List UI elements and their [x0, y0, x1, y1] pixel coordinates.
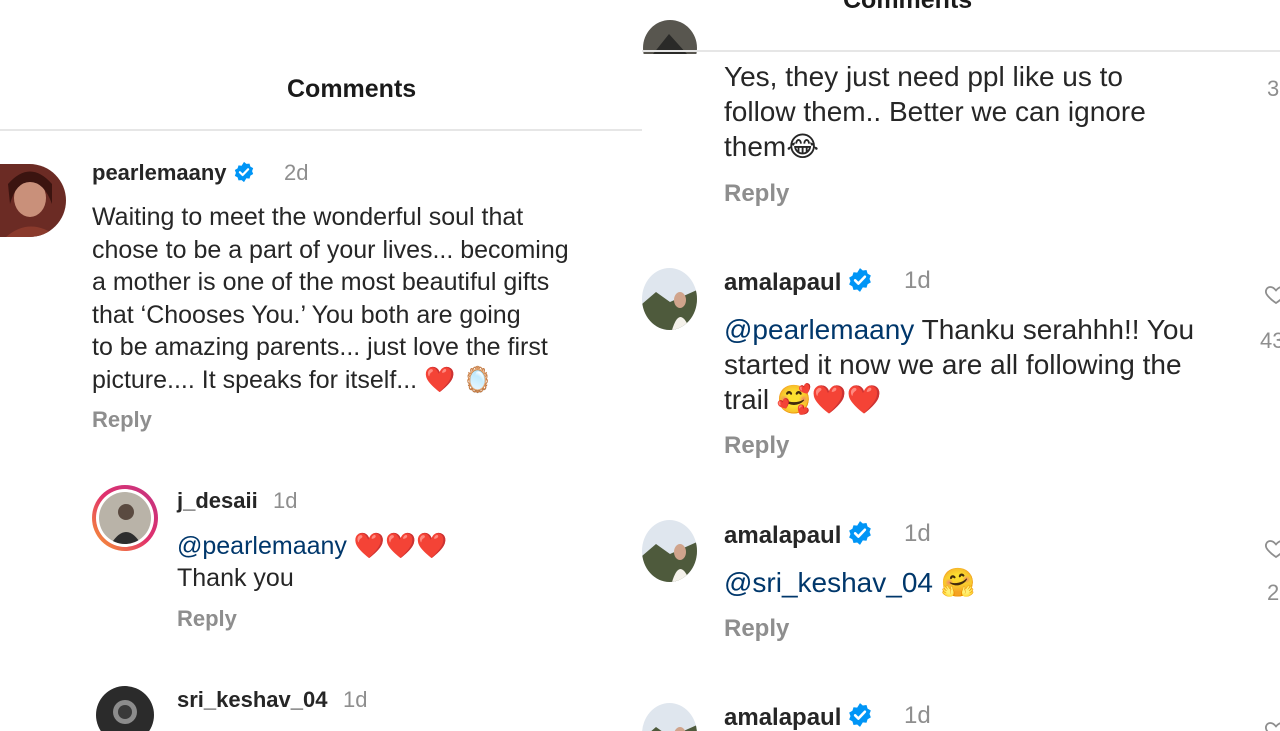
comment-text-line: @pearlemaany ❤️❤️❤️: [177, 530, 447, 562]
username-text[interactable]: pearlemaany: [92, 160, 227, 185]
like-count: 3: [1267, 76, 1280, 101]
comment-text-line: chose to be a part of your lives... beco…: [92, 235, 569, 264]
right-comments-panel: Comments Yes, they just need ppl like us…: [642, 0, 1280, 731]
username-text[interactable]: amalapaul: [724, 704, 841, 731]
comment-username[interactable]: j_desaii: [177, 488, 258, 514]
comments-header-title: Comments: [843, 0, 973, 14]
comment-text-line: a mother is one of the most beautiful gi…: [92, 268, 550, 296]
heart-outline-icon[interactable]: [1264, 536, 1280, 560]
emoji: 🤗: [932, 567, 976, 598]
avatar-amalapaul[interactable]: [642, 268, 697, 330]
verified-badge-icon: [849, 521, 872, 545]
username-text[interactable]: amalapaul: [724, 269, 841, 296]
reply-button[interactable]: Reply: [724, 180, 789, 208]
mention-link[interactable]: @sri_keshav_04: [724, 567, 933, 598]
comment-timestamp: 1d: [273, 488, 298, 513]
comment-text-line: trail 🥰❤️❤️: [724, 384, 882, 415]
avatar-amalapaul[interactable]: [642, 520, 697, 582]
comments-header-title: Comments: [287, 75, 417, 103]
comment-username[interactable]: amalapaul: [724, 520, 873, 550]
comment-text-line: @pearlemaany Thanku serahhh!! You: [724, 312, 1244, 347]
comment-username[interactable]: pearlemaany: [92, 160, 255, 186]
comment-text-line: that ‘Chooses You.’ You both are going: [92, 300, 521, 329]
comment-timestamp: 1d: [343, 687, 368, 712]
heart-outline-icon[interactable]: [1264, 718, 1280, 731]
comment-text-line: Thank you: [177, 564, 294, 592]
comment-text: Yes, they just need ppl like us to follo…: [724, 59, 1264, 164]
comment-text-line: started it now we are all following the: [724, 349, 1182, 380]
avatar-sri-keshav-04[interactable]: [96, 686, 154, 731]
comment-text: Waiting to meet the wonderful soul that …: [92, 201, 637, 396]
comment-text: @sri_keshav_04 🤗: [724, 565, 976, 600]
reply-button[interactable]: Reply: [92, 407, 152, 433]
comment-text-line: to be amazing parents... just love the f…: [92, 333, 548, 361]
comment-username[interactable]: amalapaul: [724, 267, 873, 297]
comment-text-span: Thanku serahhh!! You: [914, 314, 1195, 345]
avatar-amalapaul[interactable]: [642, 703, 697, 731]
like-count: 2: [1267, 580, 1280, 605]
comment-text-line: Waiting to meet the wonderful soul that: [92, 203, 524, 231]
comment-username[interactable]: sri_keshav_04: [177, 687, 327, 713]
comment-text-line: them😂: [724, 131, 819, 162]
divider-overlay: [642, 50, 712, 52]
comment-text-line: follow them.. Better we can ignore: [724, 96, 1146, 127]
left-comments-panel: Comments pearlemaany 2d Waiting to meet …: [0, 0, 642, 731]
username-text[interactable]: amalapaul: [724, 522, 841, 549]
comment-timestamp: 1d: [904, 267, 931, 294]
heart-emojis: ❤️❤️❤️: [346, 532, 448, 560]
like-count: 43: [1260, 328, 1280, 353]
comment-text: @pearlemaany ❤️❤️❤️ Thank you: [177, 530, 447, 594]
avatar-j-desaii[interactable]: [92, 485, 158, 551]
comment-timestamp: 1d: [904, 702, 931, 729]
comment-timestamp: 1d: [904, 520, 931, 547]
mention-link[interactable]: @pearlemaany: [177, 532, 347, 560]
verified-badge-icon: [849, 268, 872, 292]
avatar-pearlemaany[interactable]: [0, 164, 66, 237]
verified-badge-icon: [849, 703, 872, 727]
reply-button[interactable]: Reply: [724, 432, 789, 460]
verified-badge-icon: [234, 161, 253, 183]
avatar-cut[interactable]: [643, 20, 697, 76]
heart-outline-icon[interactable]: [1264, 282, 1280, 306]
comment-text: @pearlemaany Thanku serahhh!! You starte…: [724, 312, 1244, 417]
comment-text-line: picture.... It speaks for itself... ❤️ 🪞: [92, 365, 494, 394]
header-divider: [642, 50, 1280, 52]
comment-timestamp: 2d: [284, 160, 309, 185]
comment-text-line: @sri_keshav_04 🤗: [724, 565, 976, 600]
header-divider: [0, 129, 642, 131]
reply-button[interactable]: Reply: [177, 606, 237, 632]
reply-button[interactable]: Reply: [724, 615, 789, 643]
comment-text-line: Yes, they just need ppl like us to: [724, 61, 1123, 92]
comment-username[interactable]: amalapaul: [724, 702, 873, 731]
mention-link[interactable]: @pearlemaany: [724, 314, 914, 345]
